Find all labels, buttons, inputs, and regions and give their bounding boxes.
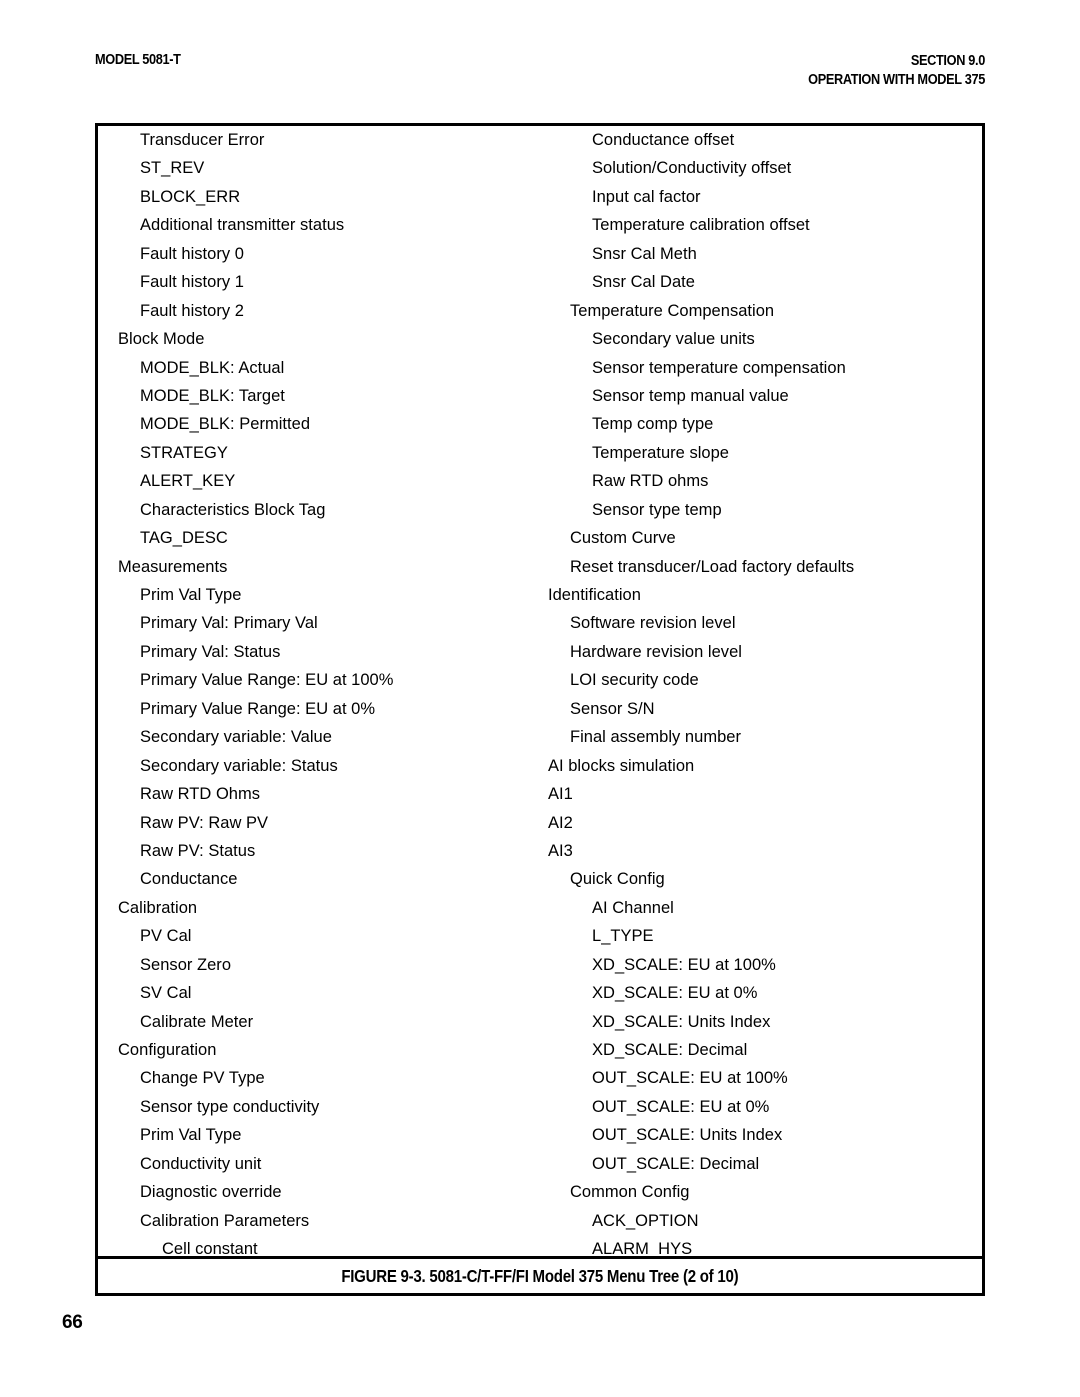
menu-tree-item: ACK_OPTION [592,1211,699,1230]
menu-tree-item: Sensor temp manual value [592,386,789,405]
menu-tree-item: Hardware revision level [570,642,742,661]
menu-tree-item: Primary Val: Status [140,642,281,661]
menu-tree-item: ALERT_KEY [140,472,236,491]
menu-tree-item: BLOCK_ERR [140,187,241,206]
menu-tree-item: AI Channel [592,898,674,917]
menu-tree-item: ST_REV [140,159,205,178]
menu-tree-item: Block Mode [118,330,205,349]
figure-frame: Transducer Error ST_REV BLOCK_ERR Additiona… [95,123,985,1296]
header-section-block: SECTION 9.0 OPERATION WITH MODEL 375 [784,52,985,90]
menu-tree-item: Primary Val: Primary Val [140,614,318,633]
menu-tree-item: Prim Val Type [140,586,242,604]
menu-tree-item: Additional transmitter status [140,216,345,235]
menu-tree-item: Raw PV: Raw PV [140,813,269,832]
menu-tree-right-column: Conductance offset Solution/Conductivity … [548,126,978,1256]
page-header: MODEL 5081-T SECTION 9.0 OPERATION WITH … [95,52,985,98]
menu-tree-item: Primary Value Range: EU at 100% [140,671,394,690]
menu-tree-item: Temperature calibration offset [592,216,810,235]
menu-tree-item: Calibration [118,898,198,917]
menu-tree-item: Secondary variable: Value [140,728,332,747]
menu-tree-item: Characteristics Block Tag [140,500,326,519]
menu-tree-item: Quick Config [570,870,665,889]
menu-tree-item: L_TYPE [592,927,654,946]
menu-tree-item: Prim Val Type [140,1126,242,1145]
menu-tree-item: Sensor Zero [140,955,232,974]
menu-tree-item: MODE_BLK: Permitted [140,415,311,434]
menu-tree-item: Temperature Compensation [570,301,775,320]
menu-tree-item: OUT_SCALE: Decimal [592,1154,760,1173]
menu-tree-item: Secondary variable: Status [140,756,338,775]
menu-tree-item: Sensor type conductivity [140,1097,320,1116]
menu-tree-item: XD_SCALE: EU at 0% [592,984,758,1003]
menu-tree-item: Raw RTD Ohms [140,785,261,804]
menu-tree-item: Calibrate Meter [140,1012,254,1031]
menu-tree-item: Conductance [140,870,238,889]
menu-tree-item: Reset transducer/Load factory defaults [570,557,855,576]
menu-tree-item: Calibration Parameters [140,1211,310,1230]
menu-tree-item: AI2 [548,813,573,832]
header-model-label: MODEL 5081-T [95,52,181,68]
menu-tree-item: OUT_SCALE: EU at 100% [592,1069,788,1088]
menu-tree-item: TAG_DESC [140,529,228,548]
menu-tree-item: Temp comp type [592,415,714,434]
menu-tree-item: Transducer Error [140,131,265,149]
menu-tree-item: Software revision level [570,614,736,633]
menu-tree-item: STRATEGY [140,443,228,462]
page-number: 66 [62,1312,83,1333]
menu-tree-item: Snsr Cal Meth [592,244,697,263]
menu-tree-item: Fault history 0 [140,244,244,263]
menu-tree-item: Common Config [570,1183,690,1202]
menu-tree-left-column: Transducer Error ST_REV BLOCK_ERR Additiona… [118,126,558,1256]
menu-tree-item: Solution/Conductivity offset [592,159,792,178]
menu-tree-item: MODE_BLK: Actual [140,358,285,377]
menu-tree-item: Measurements [118,557,228,576]
menu-tree-item: Final assembly number [570,728,741,747]
menu-tree-item: AI3 [548,841,573,860]
header-section-subtitle: OPERATION WITH MODEL 375 [808,72,985,88]
menu-tree-item: XD_SCALE: Decimal [592,1041,748,1059]
menu-tree-item: Fault history 2 [140,301,244,320]
menu-tree-item: Primary Value Range: EU at 0% [140,699,376,718]
menu-tree-item: Sensor S/N [570,699,655,718]
menu-tree-item: Custom Curve [570,529,676,548]
menu-tree-item: XD_SCALE: Units Index [592,1012,771,1031]
menu-tree-item: SV Cal [140,984,192,1003]
menu-tree-item: Raw RTD ohms [592,472,709,491]
menu-tree-item: OUT_SCALE: EU at 0% [592,1097,770,1116]
menu-tree-item: Configuration [118,1041,217,1059]
menu-tree-item: AI1 [548,785,573,804]
menu-tree-item: Diagnostic override [140,1183,282,1202]
menu-tree-item: Conductance offset [592,131,735,149]
menu-tree-item: Fault history 1 [140,273,244,292]
menu-tree-item: Raw PV: Status [140,841,256,860]
header-section-label: SECTION 9.0 [910,53,985,69]
menu-tree-item: Conductivity unit [140,1154,262,1173]
menu-tree-item: Change PV Type [140,1069,265,1088]
menu-tree-item: AI blocks simulation [548,756,695,775]
menu-tree-item: Cell constant [162,1240,258,1256]
menu-tree-item: OUT_SCALE: Units Index [592,1126,783,1145]
menu-tree-item: Sensor temperature compensation [592,358,846,377]
figure-caption: FIGURE 9-3. 5081-C/T-FF/FI Model 375 Men… [341,1265,739,1286]
menu-tree-item: Snsr Cal Date [592,273,695,292]
menu-tree-item: Identification [548,586,641,604]
menu-tree-item: LOI security code [570,671,699,690]
menu-tree-item: Temperature slope [592,443,729,462]
figure-caption-bar: FIGURE 9-3. 5081-C/T-FF/FI Model 375 Men… [98,1256,982,1293]
menu-tree-item: PV Cal [140,927,192,946]
menu-tree-diagram: Transducer Error ST_REV BLOCK_ERR Additiona… [98,126,982,1256]
menu-tree-item: Secondary value units [592,330,755,349]
menu-tree-item: XD_SCALE: EU at 100% [592,955,776,974]
menu-tree-item: ALARM_HYS [592,1240,693,1256]
menu-tree-item: MODE_BLK: Target [140,386,285,405]
menu-tree-item: Input cal factor [592,187,701,206]
menu-tree-item: Sensor type temp [592,500,722,519]
